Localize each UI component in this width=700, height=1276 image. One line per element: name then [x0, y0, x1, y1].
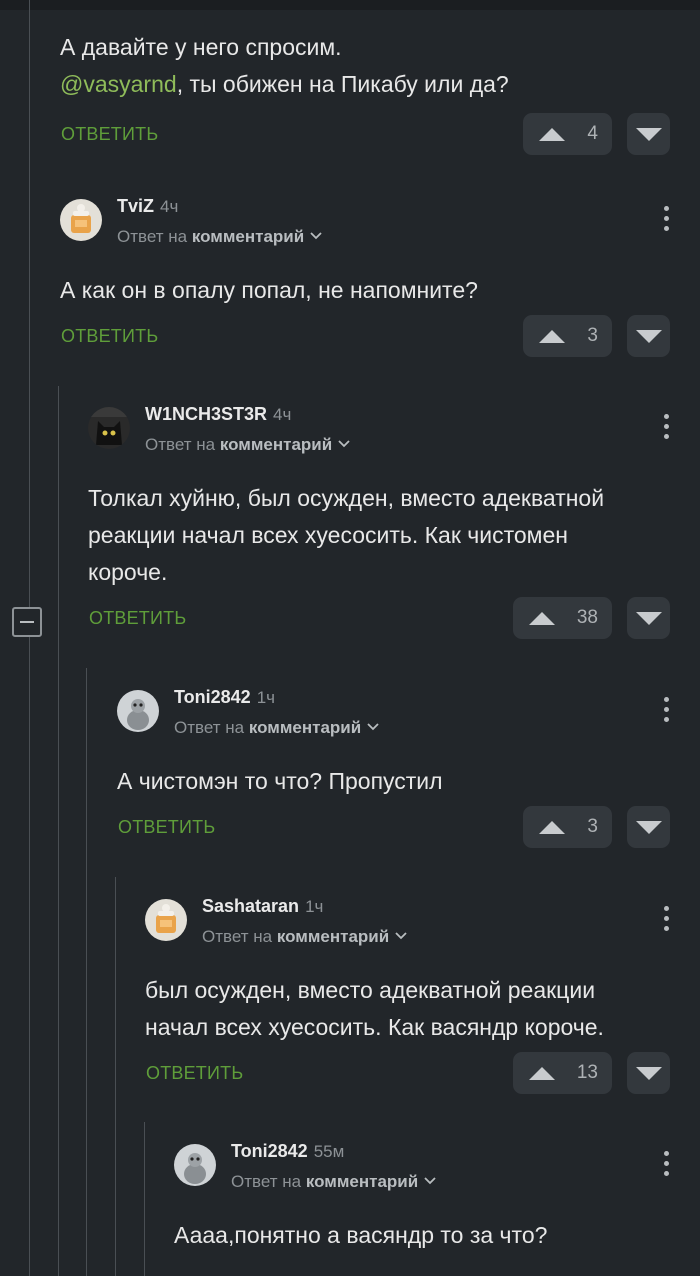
upvote-button[interactable]: 13	[512, 1052, 612, 1094]
arrow-up-icon	[528, 611, 555, 625]
upvote-button[interactable]: 4	[523, 113, 612, 155]
arrow-up-icon	[539, 127, 566, 141]
arrow-down-icon	[635, 127, 662, 141]
comment-author[interactable]: TviZ 4ч	[117, 196, 178, 217]
avatar[interactable]	[60, 199, 102, 241]
comment-author[interactable]: W1NCH3ST3R 4ч	[145, 404, 291, 425]
comment: А давайте у него спросим. @vasyarnd, ты …	[60, 29, 670, 155]
downvote-button[interactable]	[627, 315, 670, 357]
arrow-up-icon	[528, 1066, 555, 1080]
arrow-up-icon	[539, 329, 566, 343]
vote-count: 3	[587, 816, 598, 837]
more-options-icon[interactable]	[662, 414, 670, 442]
downvote-button[interactable]	[627, 597, 670, 639]
upvote-button[interactable]: 3	[523, 315, 612, 357]
reply-to-link[interactable]: Ответ на комментарий	[231, 1172, 436, 1192]
comment-body: А давайте у него спросим. @vasyarnd, ты …	[60, 34, 509, 97]
comment-body: А как он в опалу попал, не напомните?	[60, 277, 478, 303]
comment-author[interactable]: Sashataran 1ч	[202, 896, 323, 917]
vote-count: 13	[576, 1062, 598, 1083]
comment-body: Толкал хуйню, был осужден, вместо адеква…	[88, 485, 605, 585]
comment: TviZ 4ч Ответ на комментарий А как он в о…	[60, 196, 670, 357]
reply-button[interactable]: ОТВЕТИТЬ	[118, 817, 215, 838]
comment: Sashataran 1ч Ответ на комментарий был ос…	[145, 896, 670, 1094]
chevron-down-icon	[424, 1177, 436, 1185]
reply-to-link[interactable]: Ответ на комментарий	[117, 227, 322, 247]
chevron-down-icon	[395, 932, 407, 940]
thread-line	[144, 1122, 145, 1276]
comment-author[interactable]: Toni2842 55м	[231, 1141, 344, 1162]
comment: W1NCH3ST3R 4ч Ответ на комментарий Толкал…	[88, 404, 670, 639]
thread-line	[115, 877, 116, 1276]
vote-count: 3	[587, 325, 598, 346]
top-bar	[0, 0, 700, 10]
upvote-button[interactable]: 38	[512, 597, 612, 639]
chevron-down-icon	[310, 232, 322, 240]
comment-body: Аааа,понятно а васяндр то за что?	[174, 1222, 548, 1248]
vote-count: 4	[587, 123, 598, 144]
comment-time: 55м	[313, 1142, 345, 1161]
chevron-down-icon	[338, 440, 350, 448]
thread-line	[58, 386, 59, 1276]
arrow-down-icon	[635, 820, 662, 834]
avatar[interactable]	[145, 899, 187, 941]
comment-time: 1ч	[256, 688, 276, 707]
comment-time: 4ч	[273, 405, 292, 424]
reply-to-link[interactable]: Ответ на комментарий	[202, 927, 407, 947]
comment-time: 4ч	[160, 197, 179, 216]
thread-line	[29, 0, 30, 1276]
comment-body: был осужден, вместо адекватной реакции н…	[145, 977, 604, 1040]
avatar[interactable]	[88, 407, 130, 449]
downvote-button[interactable]	[627, 806, 670, 848]
more-options-icon[interactable]	[662, 1151, 670, 1179]
vote-count: 38	[576, 607, 598, 628]
more-options-icon[interactable]	[662, 697, 670, 725]
comment: Toni2842 55м Ответ на комментарий Аааа,по…	[174, 1141, 670, 1254]
arrow-up-icon	[539, 820, 566, 834]
downvote-button[interactable]	[627, 1052, 670, 1094]
reply-to-link[interactable]: Ответ на комментарий	[174, 718, 379, 738]
more-options-icon[interactable]	[662, 906, 670, 934]
arrow-down-icon	[635, 1066, 662, 1080]
reply-button[interactable]: ОТВЕТИТЬ	[61, 124, 158, 145]
user-mention-link[interactable]: @vasyarnd	[60, 71, 177, 97]
reply-button[interactable]: ОТВЕТИТЬ	[146, 1063, 243, 1084]
comment-author[interactable]: Toni2842 1ч	[174, 687, 275, 708]
comment-body: А чистомэн то что? Пропустил	[117, 768, 443, 794]
upvote-button[interactable]: 3	[523, 806, 612, 848]
avatar[interactable]	[117, 690, 159, 732]
comment-time: 1ч	[305, 897, 324, 916]
avatar[interactable]	[174, 1144, 216, 1186]
arrow-down-icon	[635, 329, 662, 343]
thread-line	[86, 668, 87, 1276]
reply-button[interactable]: ОТВЕТИТЬ	[89, 608, 186, 629]
arrow-down-icon	[635, 611, 662, 625]
more-options-icon[interactable]	[662, 206, 670, 234]
downvote-button[interactable]	[627, 113, 670, 155]
reply-to-link[interactable]: Ответ на комментарий	[145, 435, 350, 455]
collapse-thread-button[interactable]	[12, 607, 42, 637]
chevron-down-icon	[367, 723, 379, 731]
reply-button[interactable]: ОТВЕТИТЬ	[61, 326, 158, 347]
comment: Toni2842 1ч Ответ на комментарий А чистом…	[117, 687, 670, 848]
